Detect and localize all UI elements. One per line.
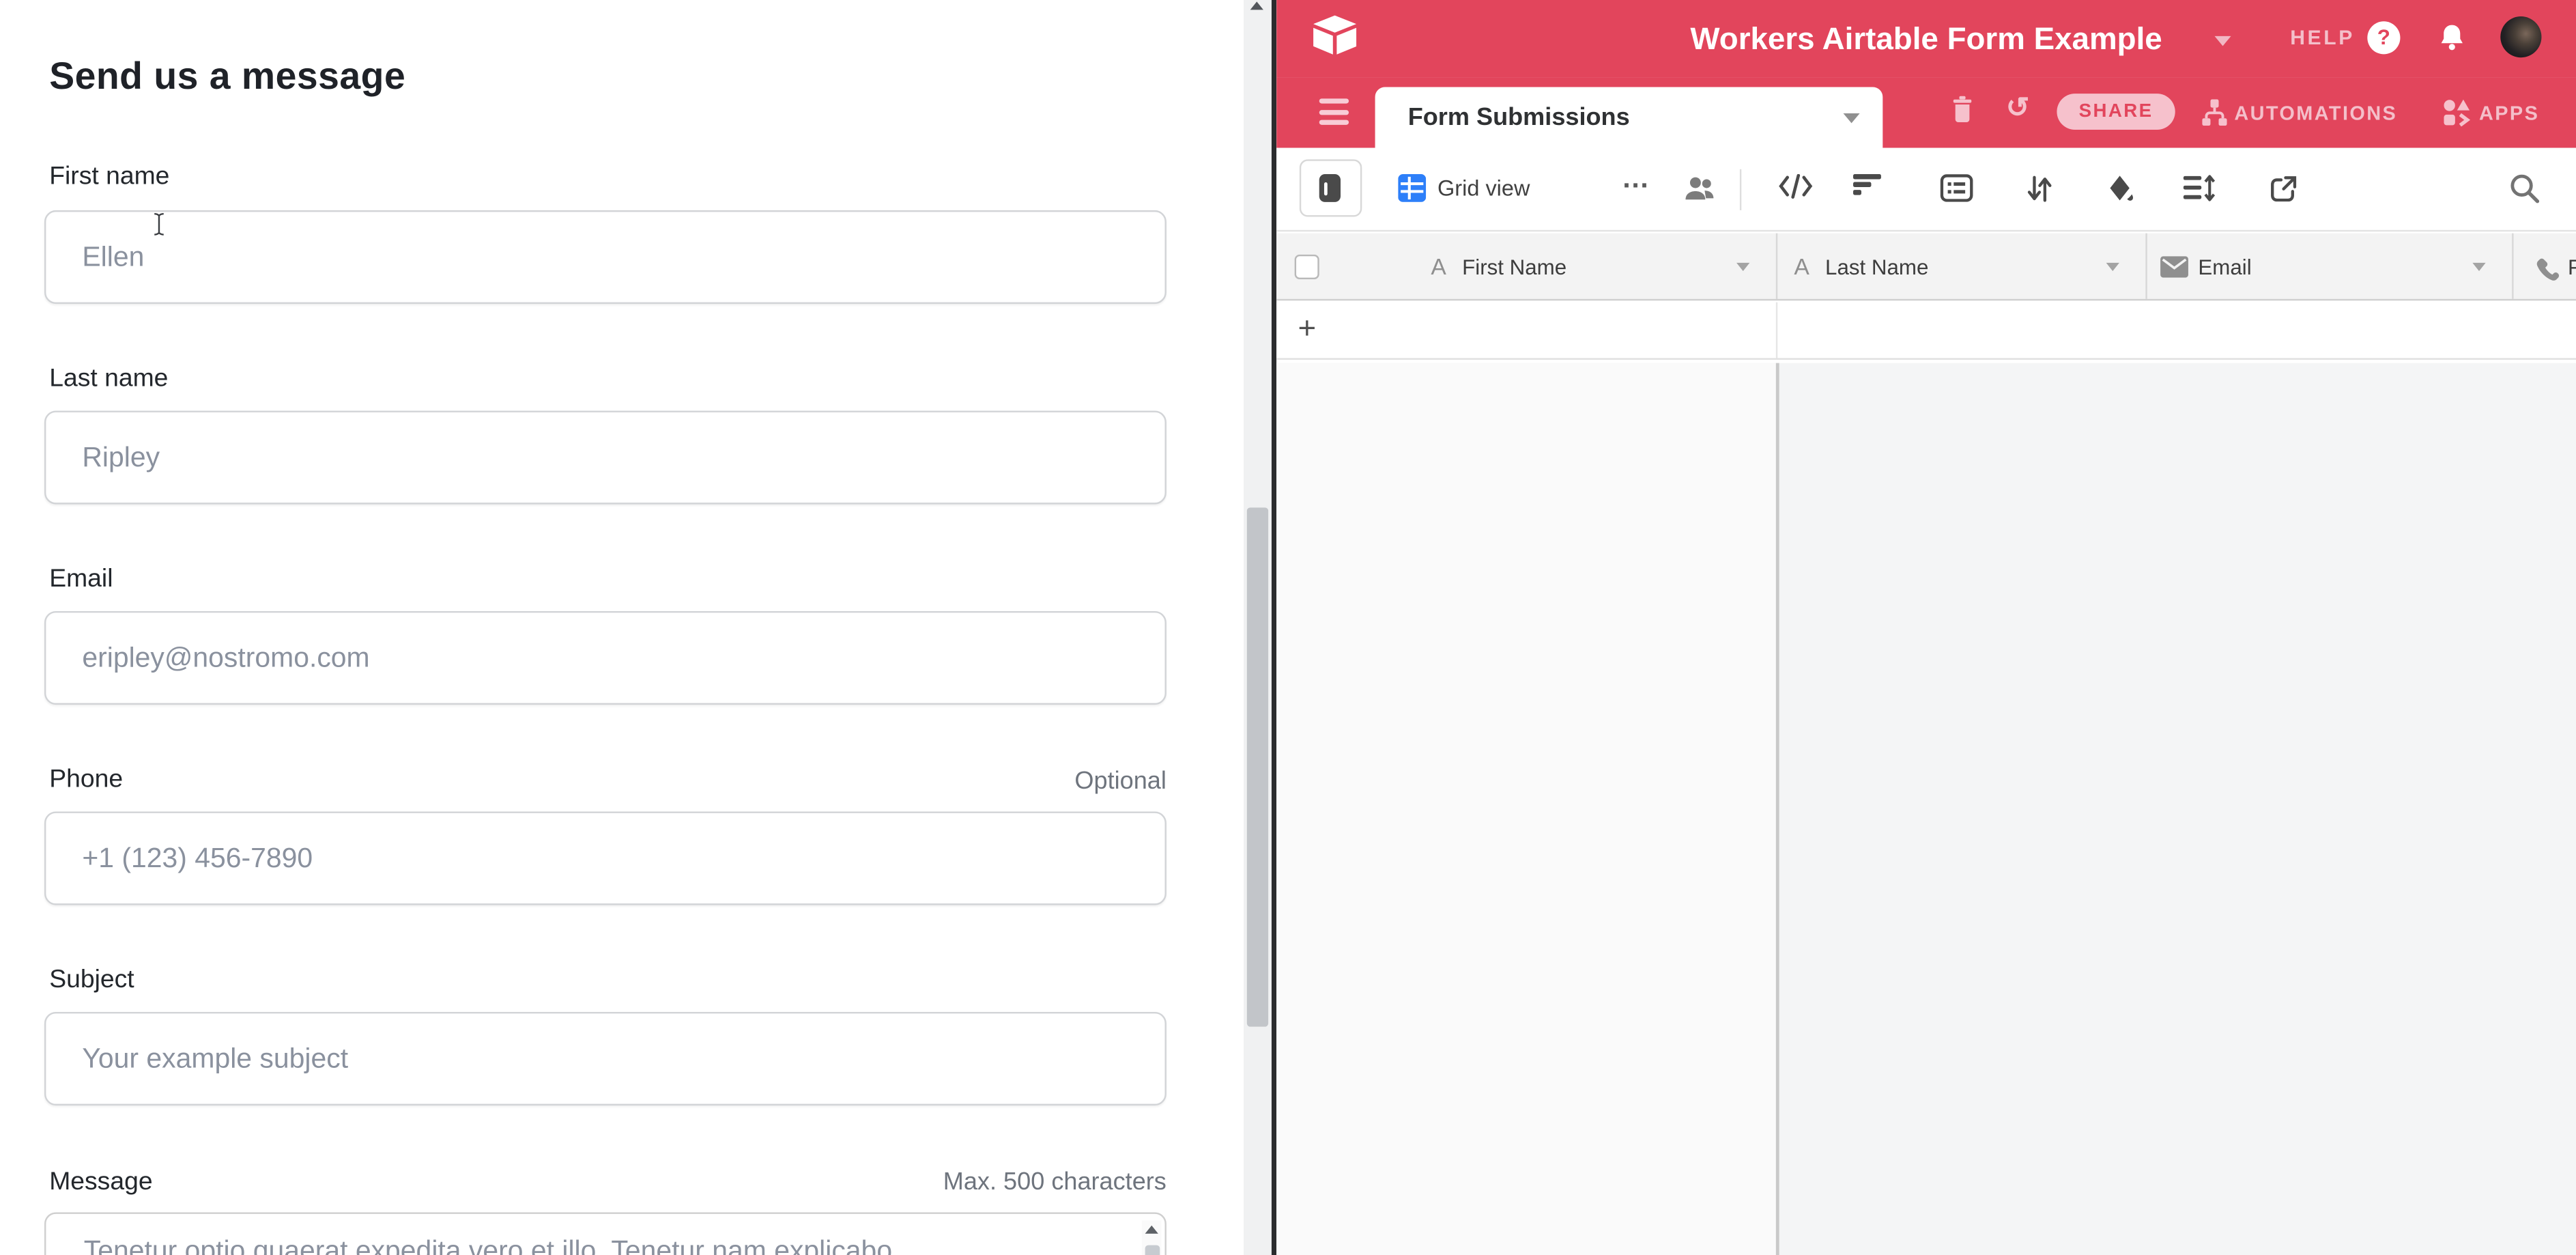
phone-label: Phone [49, 765, 123, 795]
color-icon[interactable] [2106, 174, 2136, 203]
apps-icon [2443, 98, 2471, 126]
notifications-bell-icon[interactable] [2438, 23, 2466, 53]
hide-fields-code-icon[interactable] [1777, 174, 1814, 199]
contact-form-page: Send us a message First name Last name E… [0, 0, 1244, 1255]
email-field-type-icon [2160, 255, 2188, 277]
grid-header-row: A First Name A Last Name Email Phone [1276, 232, 2576, 300]
apps-button[interactable]: APPS [2443, 98, 2539, 126]
view-name[interactable]: Grid view [1437, 175, 1530, 200]
column-caret-icon[interactable] [1736, 262, 1749, 270]
grid-canvas-first-column [1276, 362, 1776, 1255]
help-question-icon[interactable]: ? [2367, 21, 2400, 54]
column-divider [1776, 362, 1779, 1255]
automations-label: AUTOMATIONS [2234, 101, 2397, 124]
text-cursor-icon [151, 212, 167, 236]
page-scrollbar[interactable] [1244, 0, 1271, 1255]
last-name-input[interactable] [44, 410, 1167, 504]
trash-icon[interactable] [1951, 96, 1973, 124]
view-options-ellipsis-icon[interactable]: … [1622, 163, 1651, 195]
first-name-label: First name [49, 163, 169, 192]
row-height-icon[interactable] [2184, 174, 2216, 202]
column-caret-icon[interactable] [2106, 262, 2119, 270]
scroll-up-icon[interactable] [1250, 1, 1263, 10]
column-divider[interactable] [2512, 232, 2513, 298]
apps-label: APPS [2479, 101, 2539, 124]
group-icon[interactable] [1941, 174, 1973, 202]
filter-icon[interactable] [1853, 174, 1883, 195]
add-record-row[interactable]: + [1276, 301, 2576, 359]
textarea-scrollbar-thumb[interactable] [1144, 1245, 1159, 1255]
airtable-window: Workers Airtable Form Example HELP ? For… [1276, 0, 2576, 1255]
search-icon[interactable] [2508, 173, 2541, 206]
page-scrollbar-thumb[interactable] [1247, 507, 1268, 1026]
table-tab-bar: Form Submissions ↺ SHARE AUTOMATIONS [1276, 77, 2576, 147]
column-header-email[interactable]: Email [2198, 254, 2251, 279]
subject-label: Subject [49, 966, 134, 996]
column-header-phone[interactable]: Phone [2568, 254, 2576, 279]
history-icon[interactable]: ↺ [2006, 94, 2029, 122]
grid-view-icon [1398, 174, 1426, 202]
column-header-last-name[interactable]: Last Name [1825, 254, 1928, 279]
share-button[interactable]: SHARE [2057, 94, 2175, 130]
toolbar-divider [1740, 169, 1741, 210]
first-name-input[interactable] [44, 210, 1167, 304]
column-caret-icon[interactable] [2472, 262, 2485, 270]
textarea-scrollbar[interactable] [1142, 1220, 1162, 1255]
email-input[interactable] [44, 611, 1167, 705]
phone-field-type-icon [2533, 252, 2562, 281]
automations-icon [2201, 98, 2228, 126]
text-field-type-icon: A [1794, 252, 1809, 278]
view-sidebar-toggle-button[interactable] [1300, 159, 1362, 216]
message-maxlength-hint: Max. 500 characters [943, 1168, 1167, 1196]
last-name-label: Last name [49, 365, 168, 394]
message-textarea[interactable]: Tenetur optio quaerat expedita vero et i… [44, 1212, 1167, 1255]
sort-icon[interactable] [2027, 174, 2052, 203]
table-tab-caret-icon[interactable] [1844, 113, 1860, 123]
table-tab-label: Form Submissions [1408, 104, 1630, 132]
share-view-icon[interactable] [2269, 174, 2298, 203]
column-divider[interactable] [2145, 232, 2147, 298]
text-field-type-icon: A [1431, 252, 1446, 278]
phone-input[interactable] [44, 811, 1167, 905]
sidebar-panel-icon [1319, 174, 1341, 202]
screen: Send us a message First name Last name E… [0, 0, 2576, 1255]
user-avatar[interactable] [2500, 16, 2541, 57]
column-divider [1776, 301, 1777, 358]
view-toolbar: Grid view … [1276, 148, 2576, 231]
help-button[interactable]: HELP [2290, 26, 2355, 49]
message-label: Message [49, 1168, 152, 1197]
message-text: Tenetur optio quaerat expedita vero et i… [46, 1214, 1164, 1255]
collaborators-icon[interactable] [1684, 175, 1719, 203]
airtable-topbar: Workers Airtable Form Example HELP ? [1276, 0, 2576, 77]
column-divider[interactable] [1776, 232, 1777, 298]
automations-button[interactable]: AUTOMATIONS [2201, 98, 2397, 126]
page-title: Send us a message [49, 54, 405, 98]
grid-canvas [1276, 362, 2576, 1255]
add-record-plus-icon[interactable]: + [1298, 311, 1316, 348]
base-title-caret-icon[interactable] [2214, 36, 2231, 46]
menu-icon[interactable] [1319, 98, 1349, 130]
phone-optional-hint: Optional [1074, 767, 1166, 795]
select-all-checkbox[interactable] [1295, 254, 1319, 279]
active-table-tab[interactable]: Form Submissions [1375, 87, 1883, 148]
scroll-up-icon[interactable] [1145, 1226, 1158, 1234]
window-divider [1271, 0, 1276, 1255]
column-header-first-name[interactable]: First Name [1462, 254, 1566, 279]
email-label: Email [49, 565, 113, 595]
subject-input[interactable] [44, 1012, 1167, 1105]
